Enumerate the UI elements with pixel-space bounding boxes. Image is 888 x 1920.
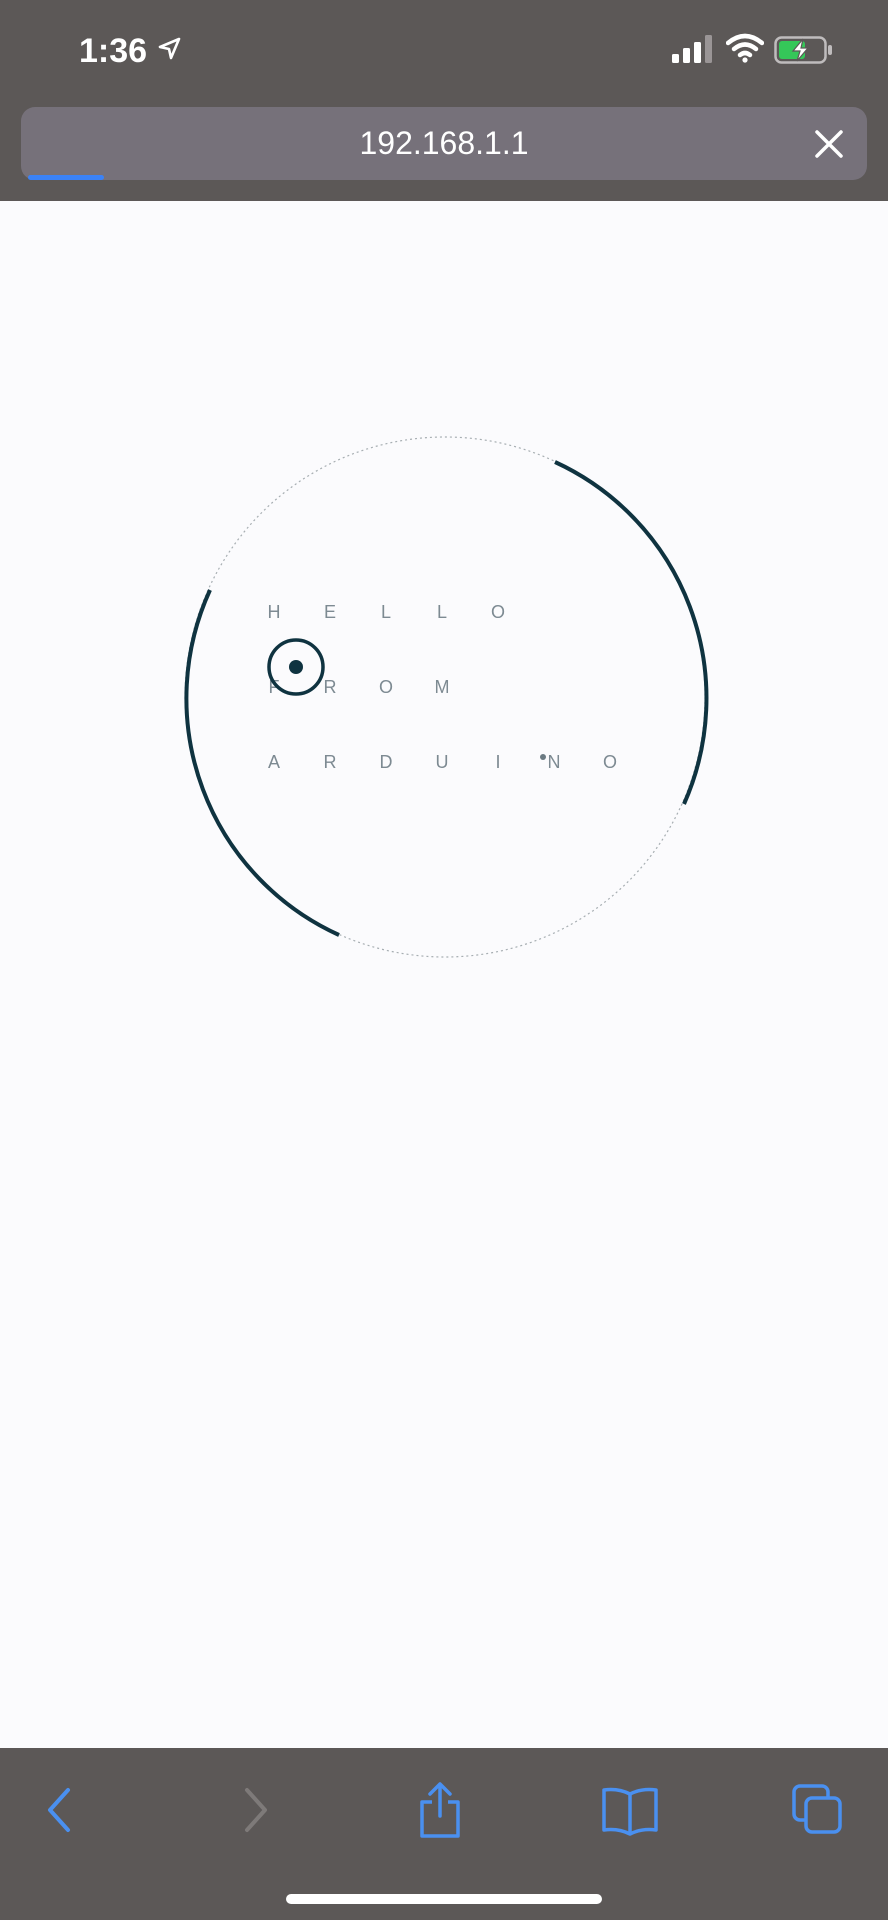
ring-arc-right — [554, 460, 709, 805]
location-arrow-icon — [158, 37, 181, 60]
letter-2-0: A — [268, 752, 280, 772]
letter-1-1: R — [324, 677, 337, 697]
back-icon[interactable] — [28, 1778, 92, 1842]
letter-2-6: O — [603, 752, 617, 772]
letter-0-2: L — [381, 602, 391, 622]
wifi-icon — [726, 33, 764, 63]
letter-0-0: H — [268, 602, 281, 622]
letter-2-2: D — [380, 752, 393, 772]
small-dot-marker — [540, 754, 546, 760]
share-icon[interactable] — [408, 1778, 472, 1842]
status-time: 1:36 — [79, 32, 148, 70]
outer-dotted-ring — [184, 436, 706, 958]
web-page-content: HELLOFROMARDUINO — [0, 201, 888, 1748]
letter-0-3: L — [437, 602, 447, 622]
battery-charging-icon — [774, 36, 832, 64]
letter-0-4: O — [491, 602, 505, 622]
letter-2-5: N — [548, 752, 561, 772]
forward-icon[interactable] — [223, 1778, 287, 1842]
letter-0-1: E — [324, 602, 336, 622]
letter-2-4: I — [495, 752, 500, 772]
cellular-signal-icon — [672, 35, 712, 63]
letter-1-2: O — [379, 677, 393, 697]
browser-top-bar: 1:36 192.168.1.1 — [0, 0, 888, 201]
letter-grid: H E L L OF R O MA R D U I N O — [268, 602, 618, 772]
letter-2-3: U — [436, 752, 449, 772]
hello-arduino-graphic: H E L L OF R O MA R D U I N O — [184, 436, 709, 958]
url-text: 192.168.1.1 — [359, 125, 529, 161]
cursor-dot — [289, 660, 303, 674]
letter-2-1: R — [324, 752, 337, 772]
close-icon[interactable] — [809, 124, 849, 164]
ring-arc-left — [184, 589, 340, 937]
page-load-progress-bar — [28, 175, 104, 180]
letter-1-3: M — [435, 677, 450, 697]
bookmarks-icon[interactable] — [598, 1778, 662, 1842]
url-bar[interactable]: 192.168.1.1 — [21, 107, 867, 180]
tabs-icon[interactable] — [786, 1778, 850, 1842]
home-indicator — [286, 1894, 602, 1904]
